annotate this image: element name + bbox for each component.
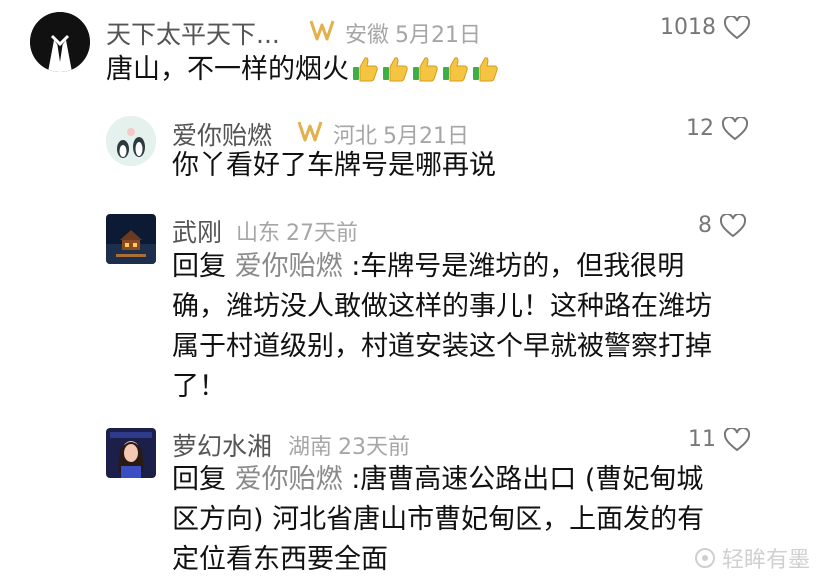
like-button[interactable]: 8 (698, 213, 746, 238)
thumbs-up-icon (443, 57, 468, 82)
comment-text-content: 唐山，不一样的烟火 (106, 54, 349, 85)
text-line: 定位看东西要全面 (172, 544, 388, 575)
username[interactable]: 武刚 (172, 213, 222, 249)
watermark-text: 轻眸有墨 (721, 548, 810, 573)
girl-portrait-avatar-icon (106, 428, 156, 478)
text-line: 了！ (172, 371, 226, 402)
avatar[interactable] (30, 12, 90, 72)
date: 27天前 (286, 221, 358, 246)
vip-badge-icon (308, 17, 336, 47)
penguins-avatar-icon (106, 116, 156, 166)
comment-text: 唐山，不一样的烟火 (106, 50, 499, 90)
watermark: 轻眸有墨 (694, 542, 810, 574)
comment-text: 你丫看好了车牌号是哪再说 (172, 150, 496, 181)
cabin-night-avatar-icon (106, 214, 156, 264)
heart-icon (720, 213, 746, 237)
location: 湖南 (288, 435, 333, 460)
heart-icon (724, 15, 750, 39)
text-line: :车牌号是潍坊的，但我很明 (351, 251, 685, 282)
like-button[interactable]: 12 (686, 116, 748, 141)
avatar[interactable] (106, 116, 156, 166)
reply-target[interactable]: 爱你贻燃 (235, 464, 343, 495)
text-line: 确，潍坊没人敢做这样的事儿！这种路在潍坊 (172, 291, 712, 322)
username[interactable]: 萝幻水湘 (172, 427, 272, 463)
reply-prefix: 回复 (172, 251, 226, 282)
date: 5月21日 (395, 23, 481, 48)
location: 安徽 (345, 23, 390, 48)
vip-badge-icon (296, 118, 324, 148)
thumbs-up-icon (473, 57, 498, 82)
date: 23天前 (338, 435, 410, 460)
comment-text: 回复 爱你贻燃 :车牌号是潍坊的，但我很明 确，潍坊没人敢做这样的事儿！这种路在… (172, 247, 712, 407)
avatar[interactable] (106, 428, 156, 478)
like-button[interactable]: 11 (688, 427, 750, 452)
thumbs-up-icon (353, 57, 378, 82)
username[interactable]: 天下太平天下... (106, 15, 280, 51)
like-count: 11 (688, 427, 716, 452)
like-button[interactable]: 1018 (660, 15, 750, 40)
like-count: 8 (698, 213, 712, 238)
suit-avatar-icon (30, 12, 90, 72)
reply-target[interactable]: 爱你贻燃 (235, 251, 343, 282)
text-line: 区方向) 河北省唐山市曹妃甸区，上面发的有 (172, 504, 705, 535)
like-count: 1018 (660, 15, 716, 40)
emoji-row (349, 54, 499, 85)
text-line: :唐曹高速公路出口 (曹妃甸城 (351, 464, 704, 495)
avatar[interactable] (106, 214, 156, 264)
toutiao-logo-icon (694, 548, 715, 568)
thumbs-up-icon (413, 57, 438, 82)
reply-prefix: 回复 (172, 464, 226, 495)
text-line: 属于村道级别，村道安装这个早就被警察打掉 (172, 331, 712, 362)
heart-icon (722, 116, 748, 140)
like-count: 12 (686, 116, 714, 141)
thumbs-up-icon (383, 57, 408, 82)
heart-icon (724, 427, 750, 451)
location: 山东 (236, 221, 281, 246)
comment-text: 回复 爱你贻燃 :唐曹高速公路出口 (曹妃甸城 区方向) 河北省唐山市曹妃甸区，… (172, 460, 704, 580)
